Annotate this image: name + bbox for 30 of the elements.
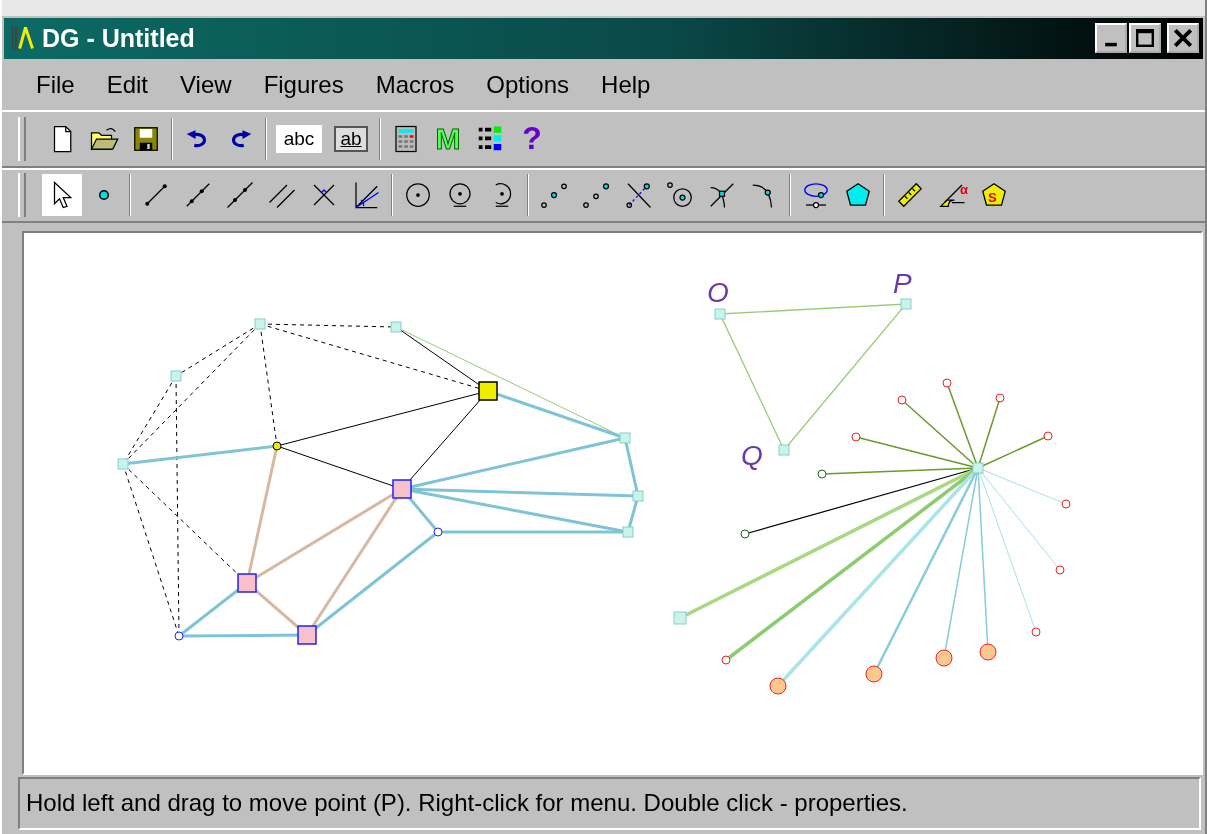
maximize-button[interactable] <box>1129 23 1161 54</box>
menu-item[interactable]: Edit <box>90 70 165 99</box>
close-button[interactable] <box>1167 23 1199 54</box>
menu-item[interactable]: Help <box>585 70 667 99</box>
tool-button[interactable] <box>42 174 82 217</box>
toolbar-button[interactable]: ab <box>334 125 368 152</box>
toolbar-button[interactable]: abc <box>276 124 322 153</box>
status-text: Hold left and drag to move point (P). Right-click for menu. Double click - properties. <box>25 789 908 818</box>
point-label: P <box>893 267 912 300</box>
toolbar-button[interactable]: ? <box>512 117 552 160</box>
menu-item[interactable]: Figures <box>247 70 360 99</box>
point-icon <box>99 190 109 201</box>
point-label: Q <box>741 439 763 472</box>
points-icon <box>581 180 611 211</box>
tool-button[interactable]: S <box>974 174 1014 217</box>
point-label: O <box>707 276 729 309</box>
close-icon <box>1174 29 1192 48</box>
toolbar-grip[interactable] <box>18 116 26 161</box>
menu-item[interactable]: File <box>20 70 91 99</box>
locus-icon <box>801 180 831 211</box>
toolbar-grip[interactable] <box>18 173 26 218</box>
window-title: DG - Untitled <box>42 23 195 53</box>
points-icon <box>539 180 569 211</box>
minimize-button[interactable] <box>1095 23 1127 54</box>
minimize-icon <box>1104 41 1118 48</box>
maximize-icon <box>1136 29 1154 48</box>
menu-item[interactable]: Options <box>470 70 586 99</box>
menu-item[interactable]: Macros <box>359 70 471 99</box>
reflection-icon <box>623 180 653 211</box>
menu-item[interactable]: View <box>164 70 248 99</box>
